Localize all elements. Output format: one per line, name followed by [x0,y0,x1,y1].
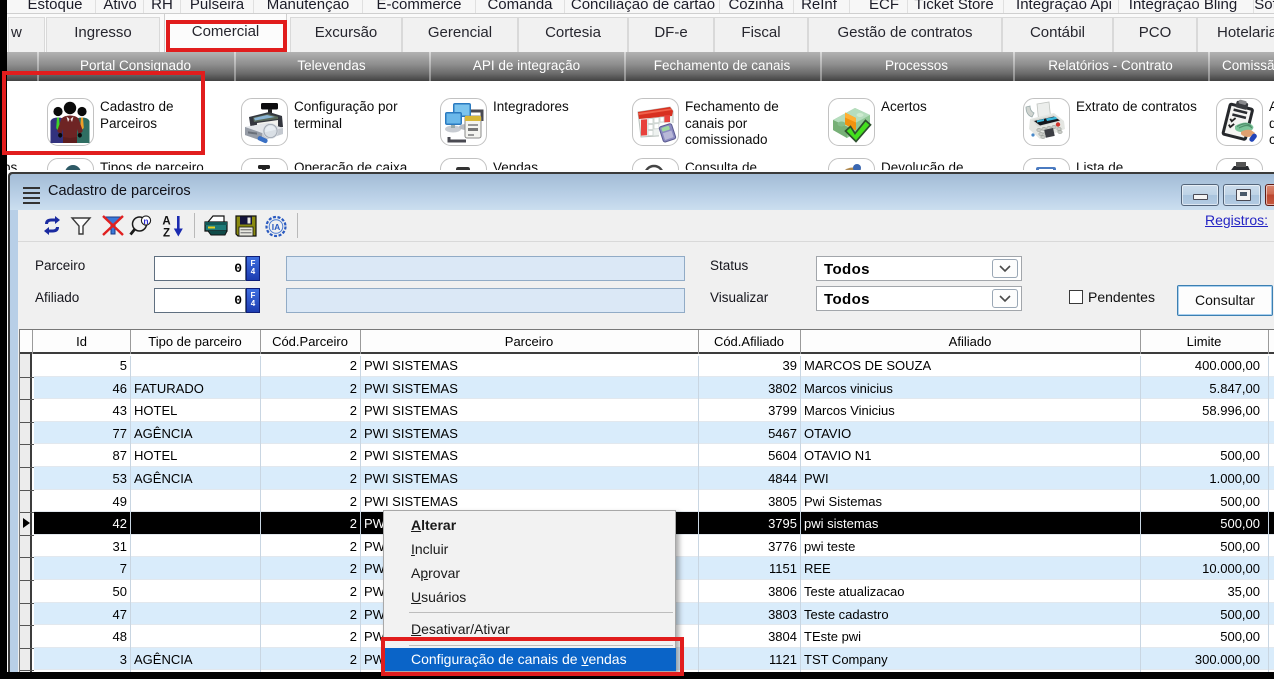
svg-text:Z: Z [163,228,170,240]
svg-text:A: A [162,216,170,228]
svg-text:IA: IA [272,222,281,232]
svg-text:n: n [143,216,148,226]
